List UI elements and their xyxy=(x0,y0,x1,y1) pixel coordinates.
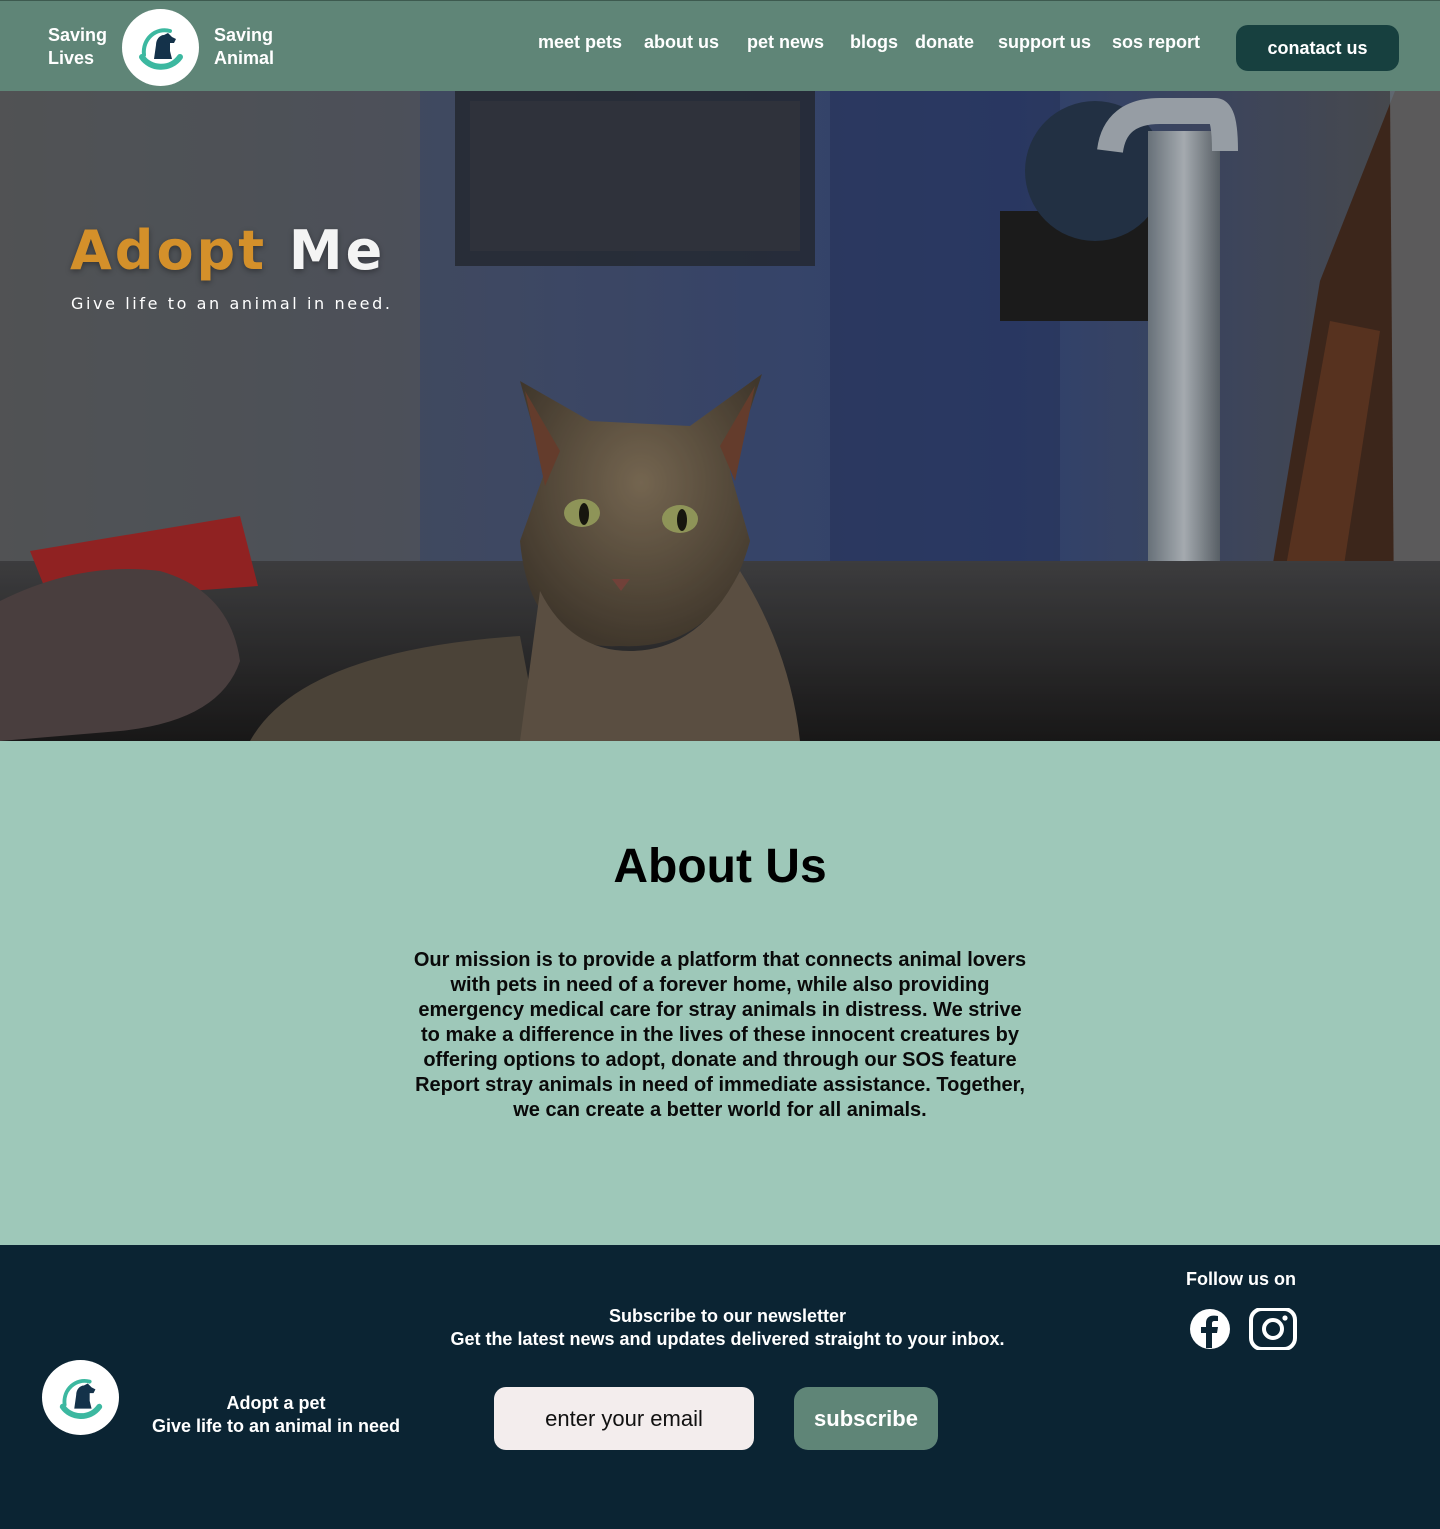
nav-support-us[interactable]: support us xyxy=(998,32,1091,53)
brand-right-line2: Animal xyxy=(214,48,275,68)
nav-about-us[interactable]: about us xyxy=(644,32,719,53)
contact-us-button[interactable]: conatact us xyxy=(1236,25,1399,71)
hero-title-me: Me xyxy=(288,219,386,282)
instagram-icon[interactable] xyxy=(1249,1307,1297,1355)
newsletter-text: Subscribe to our newsletter Get the late… xyxy=(400,1305,1055,1351)
email-input[interactable] xyxy=(494,1387,754,1450)
nav-donate[interactable]: donate xyxy=(915,32,974,53)
hero-banner: Adopt Me Give life to an animal in need. xyxy=(0,91,1440,741)
hero-subtitle: Give life to an animal in need. xyxy=(71,294,393,313)
footer-adopt-subtitle: Give life to an animal in need xyxy=(151,1416,401,1436)
footer-adopt-title: Adopt a pet xyxy=(226,1393,326,1413)
footer-adopt-text: Adopt a pet Give life to an animal in ne… xyxy=(120,1392,432,1438)
nav-pet-news[interactable]: pet news xyxy=(747,32,824,53)
dog-in-hand-logo-icon xyxy=(138,27,183,70)
brand-text-right: Saving Animal xyxy=(214,24,274,70)
hero-title: Adopt Me xyxy=(70,219,385,282)
nav-blogs[interactable]: blogs xyxy=(850,32,898,53)
site-footer: Follow us on Subscribe to our newsletter… xyxy=(0,1245,1440,1529)
nav-meet-pets[interactable]: meet pets xyxy=(538,32,622,53)
footer-logo[interactable] xyxy=(42,1360,119,1435)
brand-left-line1: Saving xyxy=(48,25,108,45)
brand-right-line1: Saving xyxy=(214,25,274,45)
site-header: Saving Lives Saving Animal meet pets abo… xyxy=(0,0,1440,91)
subscribe-button[interactable]: subscribe xyxy=(794,1387,938,1450)
newsletter-title: Subscribe to our newsletter xyxy=(608,1306,847,1326)
about-section: About Us Our mission is to provide a pla… xyxy=(0,741,1440,1245)
follow-us-label: Follow us on xyxy=(1186,1269,1296,1289)
logo[interactable] xyxy=(122,9,199,86)
brand-text-left: Saving Lives xyxy=(48,24,107,70)
newsletter-subtitle: Get the latest news and updates delivere… xyxy=(450,1329,1005,1349)
about-heading: About Us xyxy=(613,840,827,893)
facebook-icon[interactable] xyxy=(1189,1308,1231,1355)
hero-title-adopt: Adopt xyxy=(70,219,268,282)
about-body: Our mission is to provide a platform tha… xyxy=(413,949,1027,1121)
nav-sos-report[interactable]: sos report xyxy=(1112,32,1200,53)
brand-left-line2: Lives xyxy=(48,48,95,68)
stray-cat-photo xyxy=(0,91,1440,741)
dog-in-hand-logo-icon xyxy=(59,1378,102,1419)
